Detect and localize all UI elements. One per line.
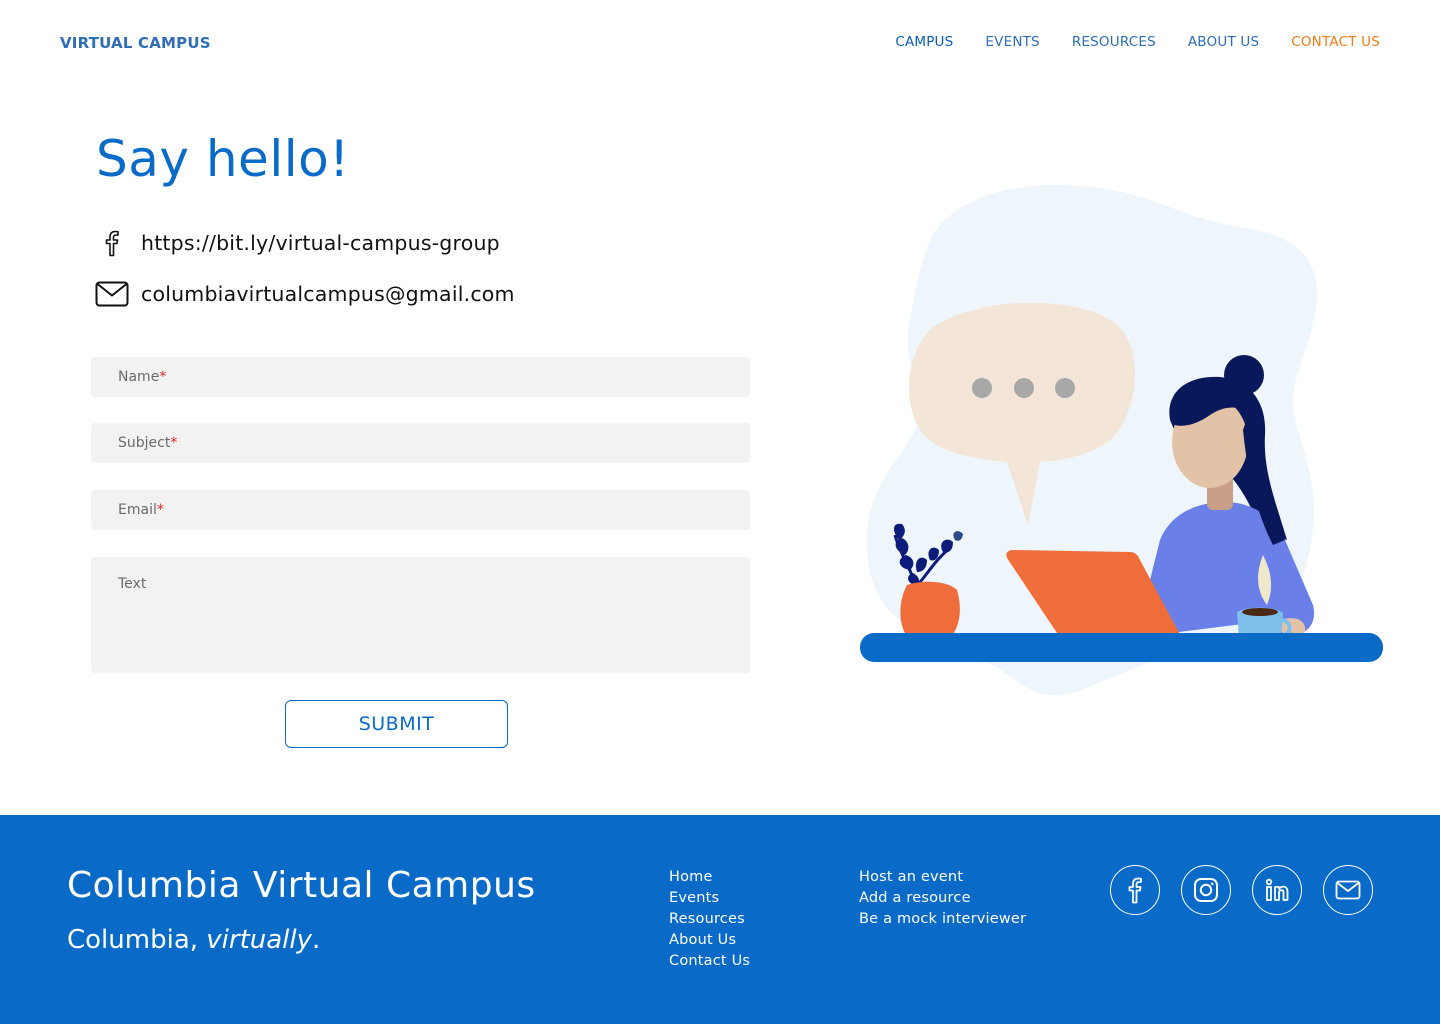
mail-icon[interactable] (1323, 865, 1373, 915)
submit-button[interactable]: SUBMIT (285, 700, 508, 748)
desk (860, 633, 1383, 662)
message-textarea[interactable]: Text (91, 557, 750, 673)
instagram-icon[interactable] (1181, 865, 1231, 915)
email-field[interactable]: Email* (91, 490, 750, 530)
subject-field[interactable]: Subject* (91, 423, 750, 463)
footer-link-add-resource[interactable]: Add a resource (859, 888, 1026, 909)
facebook-link[interactable]: https://bit.ly/virtual-campus-group (141, 231, 500, 255)
footer-link-resources[interactable]: Resources (669, 909, 750, 930)
facebook-icon[interactable] (1110, 865, 1160, 915)
footer-link-mock-interviewer[interactable]: Be a mock interviewer (859, 909, 1026, 930)
required-mark: * (170, 435, 178, 451)
linkedin-icon[interactable] (1252, 865, 1302, 915)
footer-tagline: Columbia, virtually. (67, 925, 321, 955)
required-mark: * (159, 369, 167, 385)
nav-contact-us[interactable]: CONTACT US (1291, 34, 1380, 50)
mail-icon (94, 279, 130, 309)
email-link[interactable]: columbiavirtualcampus@gmail.com (141, 282, 515, 306)
footer-nav-links: Home Events Resources About Us Contact U… (669, 867, 750, 972)
footer-link-about-us[interactable]: About Us (669, 930, 750, 951)
nav-campus[interactable]: CAMPUS (895, 34, 953, 50)
text-placeholder: Text (118, 576, 147, 592)
typing-dot (972, 378, 992, 398)
name-field[interactable]: Name* (91, 357, 750, 397)
email-contact: columbiavirtualcampus@gmail.com (94, 279, 515, 309)
nav-about-us[interactable]: ABOUT US (1188, 34, 1259, 50)
footer-action-links: Host an event Add a resource Be a mock i… (859, 867, 1026, 930)
footer-link-host-event[interactable]: Host an event (859, 867, 1026, 888)
name-placeholder: Name* (118, 369, 167, 385)
facebook-contact: https://bit.ly/virtual-campus-group (94, 228, 500, 258)
nav-resources[interactable]: RESOURCES (1072, 34, 1156, 50)
subject-placeholder: Subject* (118, 435, 178, 451)
footer-link-events[interactable]: Events (669, 888, 750, 909)
required-mark: * (156, 502, 164, 518)
typing-dot (1055, 378, 1075, 398)
footer: Columbia Virtual Campus Columbia, virtua… (0, 815, 1440, 1024)
email-placeholder: Email* (118, 502, 164, 518)
typing-dot (1014, 378, 1034, 398)
main-nav: CAMPUS EVENTS RESOURCES ABOUT US CONTACT… (863, 34, 1380, 50)
footer-link-contact-us[interactable]: Contact Us (669, 951, 750, 972)
footer-link-home[interactable]: Home (669, 867, 750, 888)
page-title: Say hello! (96, 130, 350, 188)
coffee (1242, 608, 1278, 616)
footer-title: Columbia Virtual Campus (67, 865, 536, 906)
brand-logo[interactable]: VIRTUAL CAMPUS (60, 34, 211, 52)
nav-events[interactable]: EVENTS (985, 34, 1039, 50)
facebook-icon (94, 228, 130, 258)
person-at-laptop-illustration (860, 184, 1383, 696)
